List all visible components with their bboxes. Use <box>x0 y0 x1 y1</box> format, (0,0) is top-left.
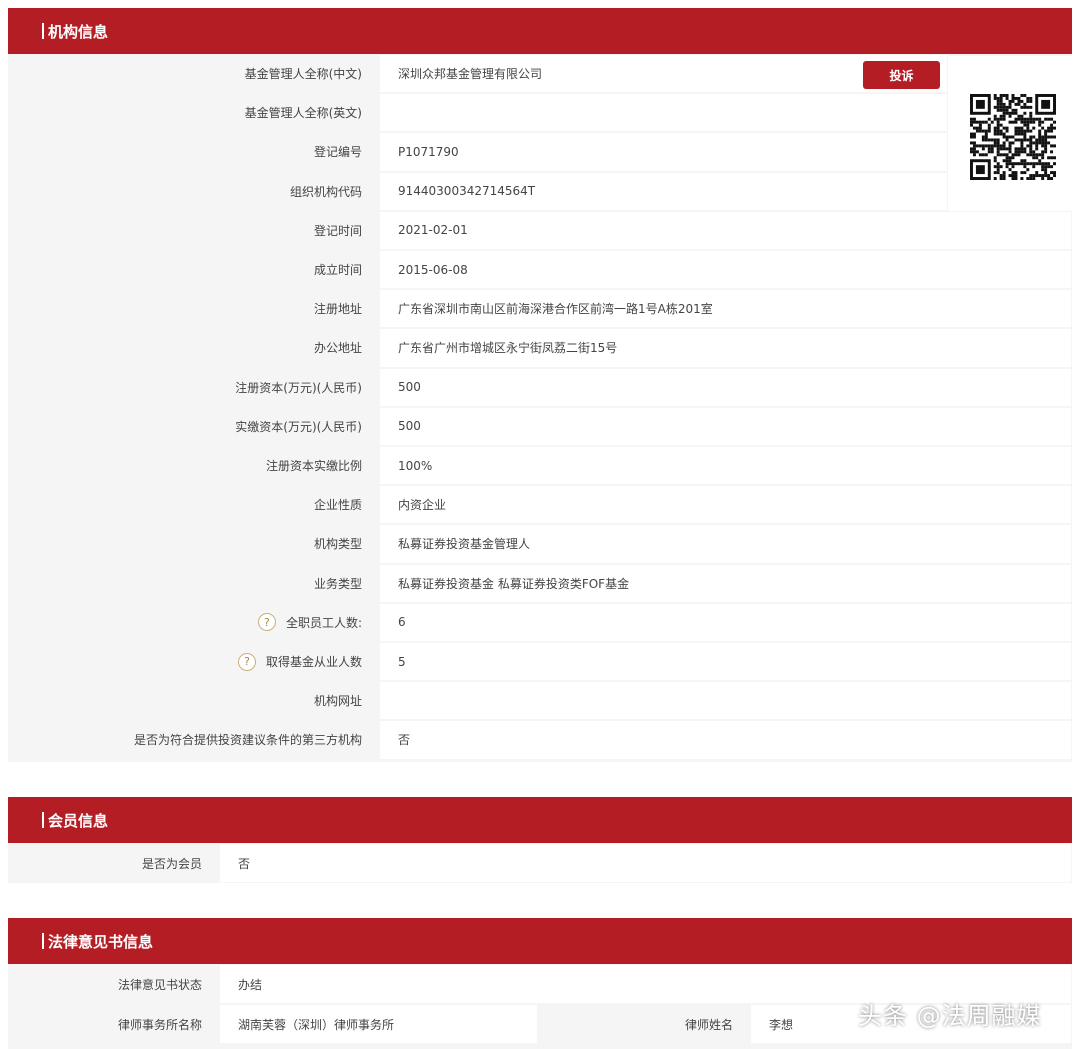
info-row-label-text: 组织机构代码 <box>289 184 362 199</box>
info-row-value: 2015-06-08 <box>380 251 1071 289</box>
info-row-value: 广东省广州市增城区永宁街凤荔二街15号 <box>380 329 1071 367</box>
info-row-label: 注册资本实缴比例 <box>8 447 380 485</box>
info-row: 企业性质 内资企业 <box>8 486 1071 524</box>
info-row-label-text: 机构网址 <box>313 694 362 709</box>
legal-firm-label: 律师事务所名称 <box>8 1005 220 1043</box>
info-row-value: 6 <box>380 603 1071 641</box>
question-circle-icon[interactable]: ? <box>237 652 256 671</box>
info-row-label: ? 全职员工人数: <box>8 603 380 641</box>
info-row: ? 取得基金从业人数 5 <box>8 643 1071 681</box>
info-row-label-text: 注册地址 <box>313 302 362 317</box>
info-row-value: 私募证券投资基金 私募证券投资类FOF基金 <box>380 564 1071 602</box>
legal-firm-value: 湖南芙蓉（深圳）律师事务所 <box>220 1005 537 1043</box>
info-row-value: 深圳众邦基金管理有限公司 <box>380 55 947 93</box>
info-row-label-text: 基金管理人全称(中文) <box>244 67 362 82</box>
member-label: 是否为会员 <box>8 844 220 882</box>
info-row: 注册资本(万元)(人民币) 500 <box>8 368 1071 406</box>
info-row-value: 2021-02-01 <box>380 211 1071 249</box>
member-panel: 是否为会员 否 <box>8 843 1072 883</box>
member-value: 否 <box>220 844 1071 882</box>
info-row: 实缴资本(万元)(人民币) 500 <box>8 407 1071 445</box>
info-row-label: 基金管理人全称(中文) <box>8 55 380 93</box>
info-row-label-text: 机构类型 <box>313 537 362 552</box>
info-row-label: 登记时间 <box>8 211 380 249</box>
info-row-label-text: 登记时间 <box>313 223 362 238</box>
info-row-label-text: 登记编号 <box>313 145 362 160</box>
info-row-label: 机构网址 <box>8 682 380 720</box>
info-row-label: 办公地址 <box>8 329 380 367</box>
info-row-label-text: 全职员工人数: <box>285 615 362 630</box>
info-row-value: P1071790 <box>380 133 947 171</box>
info-row-label: 基金管理人全称(英文) <box>8 94 380 132</box>
info-row-label: 成立时间 <box>8 251 380 289</box>
info-row-value: 5 <box>380 643 1071 681</box>
header-bar <box>42 812 44 828</box>
info-row: 业务类型 私募证券投资基金 私募证券投资类FOF基金 <box>8 564 1071 602</box>
info-row-label: 登记编号 <box>8 133 380 171</box>
info-row: ? 全职员工人数: 6 <box>8 603 1071 641</box>
info-row: 登记编号 P1071790 <box>8 133 947 171</box>
qr-code-container <box>948 56 1072 211</box>
info-row-label-text: 注册资本实缴比例 <box>265 459 362 474</box>
info-row: 登记时间 2021-02-01 <box>8 211 1071 249</box>
institution-section-header: 机构信息 <box>8 8 1072 54</box>
legal-title: 法律意见书信息 <box>48 932 154 951</box>
info-row: 基金管理人全称(英文) <box>8 94 947 132</box>
info-row: 组织机构代码 91440300342714564T <box>8 172 947 210</box>
member-row: 是否为会员 否 <box>8 844 1071 882</box>
info-row-value: 100% <box>380 447 1071 485</box>
legal-section-header: 法律意见书信息 <box>8 918 1072 964</box>
info-row-label-text: 是否为符合提供投资建议条件的第三方机构 <box>133 733 362 748</box>
info-row-label: 组织机构代码 <box>8 172 380 210</box>
lawyer-name-label: 律师姓名 <box>537 1005 751 1043</box>
info-row: 是否为符合提供投资建议条件的第三方机构 否 <box>8 721 1071 759</box>
institution-title: 机构信息 <box>48 22 109 41</box>
info-row-label: 注册资本(万元)(人民币) <box>8 368 380 406</box>
institution-panel: 基金管理人全称(中文) 深圳众邦基金管理有限公司基金管理人全称(英文) 登记编号 P1… <box>8 54 1072 762</box>
info-row: 机构网址 <box>8 682 1071 720</box>
info-row-label-text: 取得基金从业人数 <box>265 655 362 670</box>
info-row-label-text: 实缴资本(万元)(人民币) <box>235 419 362 434</box>
info-row-label: 企业性质 <box>8 486 380 524</box>
info-row: 办公地址 广东省广州市增城区永宁街凤荔二街15号 <box>8 329 1071 367</box>
info-row-label-text: 成立时间 <box>313 263 362 278</box>
info-row-value: 500 <box>380 368 1071 406</box>
info-row-label-text: 基金管理人全称(英文) <box>244 106 362 121</box>
info-row-label: ? 取得基金从业人数 <box>8 643 380 681</box>
member-section-header: 会员信息 <box>8 797 1072 843</box>
header-bar <box>42 933 44 949</box>
info-row-value: 否 <box>380 721 1071 759</box>
member-title: 会员信息 <box>48 811 109 830</box>
info-row-label: 注册地址 <box>8 290 380 328</box>
watermark-text: 头条 @法周融媒 <box>858 1002 1042 1030</box>
info-row-label-text: 业务类型 <box>313 576 362 591</box>
question-circle-icon[interactable]: ? <box>257 613 276 632</box>
info-row: 注册地址 广东省深圳市南山区前海深港合作区前湾一路1号A栋201室 <box>8 290 1071 328</box>
qr-code-icon <box>970 94 1056 180</box>
info-row-label-text: 办公地址 <box>313 341 362 356</box>
header-bar <box>42 23 44 39</box>
info-row-value: 广东省深圳市南山区前海深港合作区前湾一路1号A栋201室 <box>380 290 1071 328</box>
info-row-value: 91440300342714564T <box>380 172 947 210</box>
info-row-label: 机构类型 <box>8 525 380 563</box>
info-row: 机构类型 私募证券投资基金管理人 <box>8 525 1071 563</box>
info-row-label-text: 企业性质 <box>313 498 362 513</box>
info-row: 基金管理人全称(中文) 深圳众邦基金管理有限公司 <box>8 55 947 93</box>
info-row-label: 实缴资本(万元)(人民币) <box>8 407 380 445</box>
info-row-label: 是否为符合提供投资建议条件的第三方机构 <box>8 721 380 759</box>
info-row-value: 私募证券投资基金管理人 <box>380 525 1071 563</box>
info-row-value: 内资企业 <box>380 486 1071 524</box>
info-row: 成立时间 2015-06-08 <box>8 251 1071 289</box>
complain-button[interactable]: 投诉 <box>863 61 940 89</box>
info-row-value <box>380 94 947 132</box>
info-row: 注册资本实缴比例 100% <box>8 447 1071 485</box>
legal-status-label: 法律意见书状态 <box>8 965 220 1003</box>
info-row-label: 业务类型 <box>8 564 380 602</box>
info-row-value <box>380 682 1071 720</box>
info-row-label-text: 注册资本(万元)(人民币) <box>235 380 362 395</box>
info-row-value: 500 <box>380 407 1071 445</box>
